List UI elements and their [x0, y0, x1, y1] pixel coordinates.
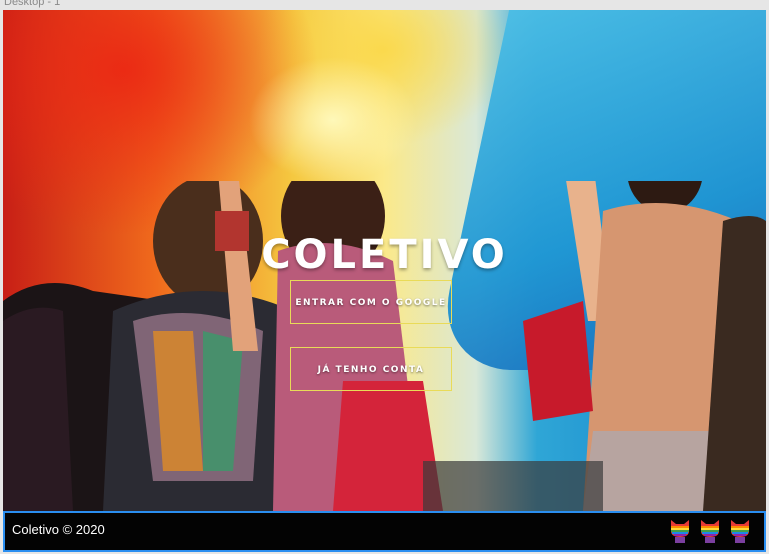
google-login-button[interactable]: ENTRAR COM O GOOGLE	[290, 280, 452, 324]
crowd-illustration	[3, 181, 766, 511]
footer-copyright: Coletivo © 2020	[12, 522, 105, 537]
frame-label: Desktop - 1	[4, 0, 61, 8]
rainbow-cat-icon	[701, 520, 719, 543]
footer-icons	[668, 517, 752, 545]
existing-account-button[interactable]: JÁ TENHO CONTA	[290, 347, 452, 391]
rainbow-cat-icon	[731, 520, 749, 543]
app-title: COLETIVO	[261, 232, 508, 278]
footer: Coletivo © 2020	[3, 511, 766, 552]
rainbow-cat-icon	[671, 520, 689, 543]
